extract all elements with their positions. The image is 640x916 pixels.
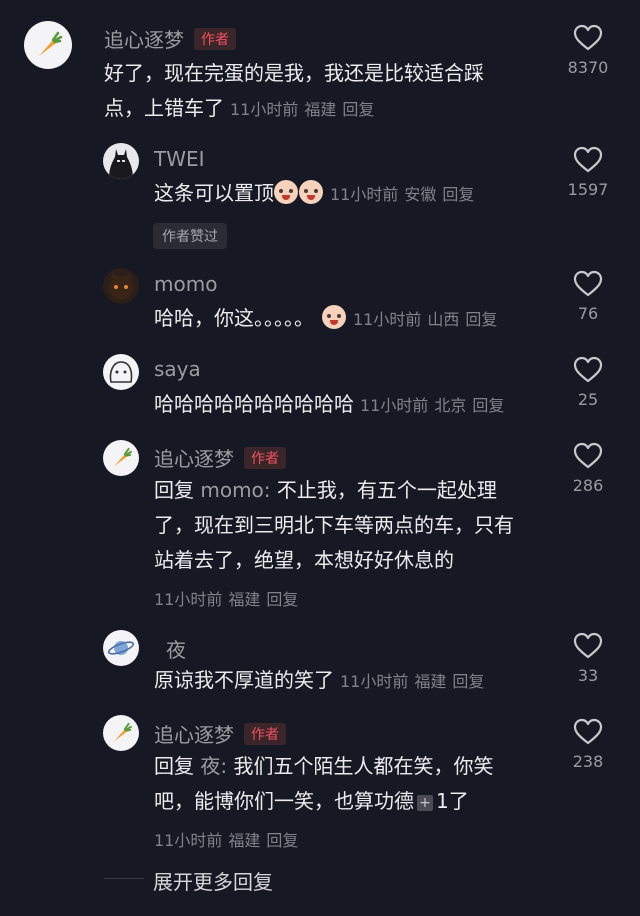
reply-to-user[interactable]: momo: [200,478,270,502]
reply-button[interactable]: 回复 [266,590,298,609]
comment-text: 站着去了，绝望，本想好好休息的 [154,548,454,572]
reply-button[interactable]: 回复 [452,672,484,691]
crying-laughing-emoji-icon [274,180,298,204]
timestamp: 11小时前 [360,396,429,415]
author-badge: 作者 [244,723,286,745]
heart-icon [573,24,603,51]
dark-cat-icon [109,272,133,300]
location: 福建 [304,100,337,119]
batman-icon [109,149,133,179]
username[interactable]: 追心逐梦 [104,28,184,52]
author-badge: 作者 [244,447,286,469]
carrot-icon [114,722,132,742]
reply-prefix: 回复 [154,754,194,778]
like-count: 25 [577,390,599,409]
like-button[interactable]: 1597 [558,146,618,199]
reply-button[interactable]: 回复 [342,100,374,119]
reply-button[interactable]: 回复 [465,310,497,329]
location: 福建 [228,831,261,850]
carrot-icon [114,447,132,467]
like-button[interactable]: 238 [558,718,618,771]
timestamp: 11小时前 [340,672,409,691]
username[interactable]: TWEI [154,147,205,171]
comment-text: 了，现在到三明北下车等两点的车，只有 [154,513,514,537]
sketch-face-icon [109,361,133,383]
author-badge: 作者 [194,28,236,50]
reply-button[interactable]: 回复 [266,831,298,850]
comment-text: 1了 [436,789,469,813]
like-button[interactable]: 25 [558,356,618,409]
avatar[interactable] [103,440,139,476]
comment-text: 哈哈，你这。。。。。 [154,306,314,330]
timestamp: 11小时前 [353,310,422,329]
avatar[interactable] [103,715,139,751]
location: 安徽 [404,185,437,204]
comment-text: 点，上错车了 [104,96,224,120]
divider [104,878,144,879]
like-count: 1597 [567,180,609,199]
heart-icon [573,146,603,173]
location: 山西 [427,310,460,329]
plus-icon: + [417,795,433,811]
reply-prefix: 回复 [154,478,194,502]
username[interactable]: 追心逐梦 [154,447,234,471]
heart-icon [573,632,603,659]
comment-text: 这条可以置顶 [154,181,274,205]
location: 福建 [414,672,447,691]
author-liked-tag: 作者赞过 [153,223,227,249]
avatar[interactable] [24,21,72,69]
heart-icon [573,356,603,383]
like-count: 8370 [567,58,609,77]
like-count: 286 [572,476,604,495]
planet-icon [107,641,135,655]
avatar[interactable] [103,354,139,390]
reply-to-user[interactable]: 夜: [200,754,227,778]
like-count: 76 [577,304,599,323]
like-button[interactable]: 286 [558,442,618,495]
heart-icon [573,442,603,469]
comment-text: 吧，能博你们一笑，也算功德 [154,789,414,813]
crying-laughing-emoji-icon [299,180,323,204]
like-button[interactable]: 33 [558,632,618,685]
username[interactable]: momo [154,272,217,296]
comment-text: 原谅我不厚道的笑了 [154,668,334,692]
timestamp: 11小时前 [230,100,299,119]
crying-laughing-emoji-icon [322,305,346,329]
reply-button[interactable]: 回复 [472,396,504,415]
comment-text: 哈哈哈哈哈哈哈哈哈哈 [154,392,354,416]
timestamp: 11小时前 [154,831,223,850]
heart-icon [573,718,603,745]
like-button[interactable]: 8370 [558,24,618,77]
avatar[interactable] [103,630,139,666]
username[interactable]: saya [154,357,201,381]
comment-text: 我们五个陌生人都在笑，你笑 [233,754,494,778]
location: 福建 [228,590,261,609]
avatar[interactable] [103,268,139,304]
timestamp: 11小时前 [330,185,399,204]
comment-text: 不止我，有五个一起处理 [276,478,497,502]
username[interactable]: 追心逐梦 [154,723,234,747]
carrot-icon [39,31,63,56]
reply-button[interactable]: 回复 [442,185,474,204]
like-count: 33 [577,666,599,685]
heart-icon [573,270,603,297]
like-button[interactable]: 76 [558,270,618,323]
expand-more-replies-button[interactable]: 展开更多回复 [153,866,273,895]
username[interactable]: 夜 [166,634,186,663]
avatar[interactable] [103,143,139,179]
comment-text: 好了，现在完蛋的是我，我还是比较适合踩 [104,61,484,85]
like-count: 238 [572,752,604,771]
timestamp: 11小时前 [154,590,223,609]
location: 北京 [434,396,467,415]
